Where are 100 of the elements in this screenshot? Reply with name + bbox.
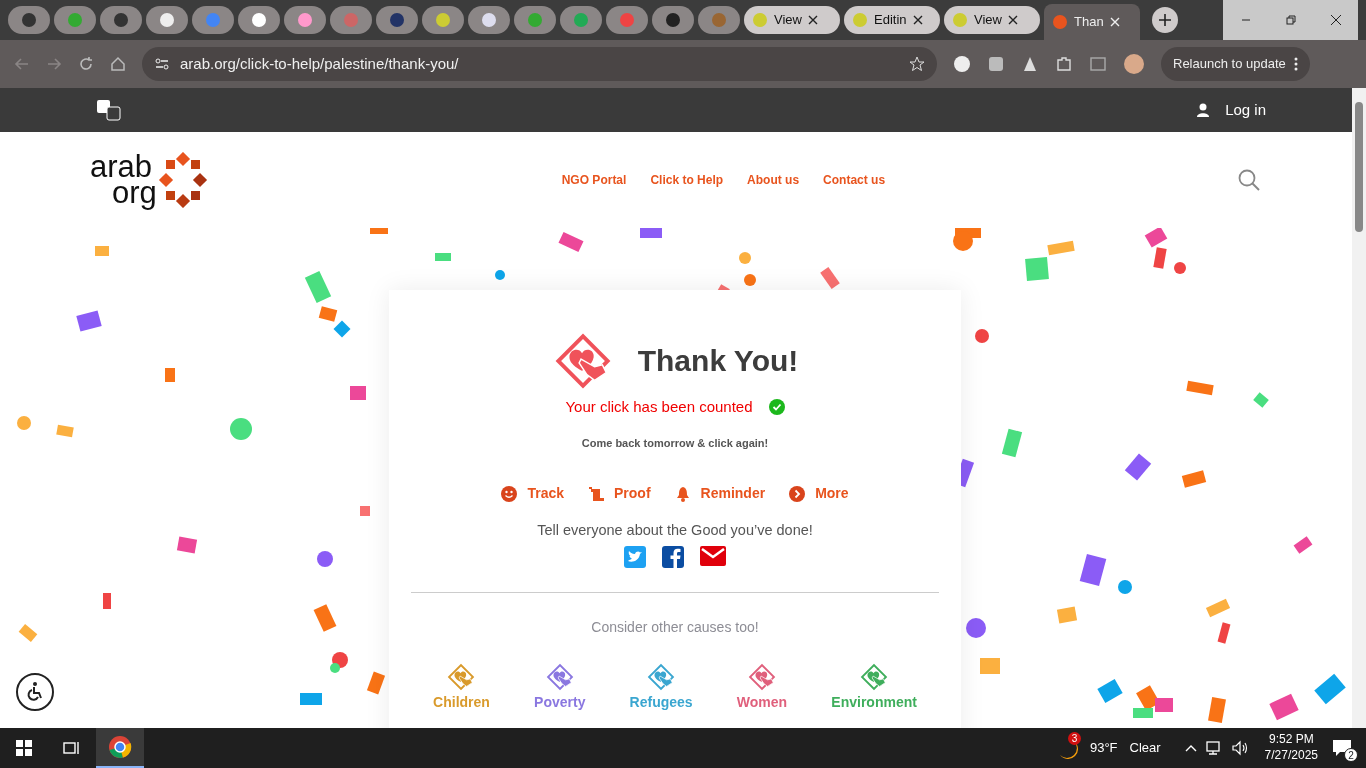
confetti-piece bbox=[1208, 696, 1226, 724]
confetti-piece bbox=[95, 246, 109, 256]
scrollbar[interactable] bbox=[1352, 88, 1366, 728]
confetti-piece bbox=[980, 658, 1000, 674]
restore-icon[interactable] bbox=[1284, 14, 1297, 26]
reload-icon[interactable] bbox=[78, 56, 94, 72]
network-icon[interactable] bbox=[1204, 740, 1223, 756]
cause-link[interactable]: Environment bbox=[831, 691, 917, 713]
twitter-icon[interactable] bbox=[624, 545, 646, 568]
browser-tab[interactable]: View bbox=[944, 6, 1040, 34]
action-link[interactable]: Proof bbox=[588, 483, 651, 504]
site-info-icon bbox=[154, 56, 170, 72]
confetti-piece bbox=[103, 593, 111, 609]
temperature-text: 93°F bbox=[1089, 739, 1118, 758]
notification-center[interactable]: 2 bbox=[1318, 728, 1366, 768]
favicon-icon bbox=[205, 12, 221, 28]
login-link[interactable]: Log in bbox=[1197, 98, 1266, 122]
address-bar[interactable]: arab.org/click-to-help/palestine/thank-you/ bbox=[142, 47, 937, 81]
favicon-icon bbox=[21, 12, 37, 28]
check-icon bbox=[768, 399, 785, 416]
cause-link[interactable]: Children bbox=[433, 691, 490, 713]
weather-widget[interactable]: 93°F Clear 3 bbox=[1051, 729, 1161, 767]
translate-icon[interactable] bbox=[96, 99, 122, 121]
home-icon[interactable] bbox=[110, 56, 126, 72]
confetti-piece bbox=[230, 418, 252, 440]
cause-link[interactable]: Poverty bbox=[534, 691, 586, 713]
confetti-piece bbox=[495, 270, 505, 280]
favicon-icon bbox=[159, 12, 175, 28]
clock[interactable]: 9:52 PM 7/27/2025 bbox=[1264, 732, 1318, 764]
favicon-icon bbox=[481, 12, 497, 28]
close-icon[interactable] bbox=[1329, 14, 1342, 26]
avatar-icon[interactable] bbox=[1123, 53, 1145, 75]
action-link[interactable]: Reminder bbox=[674, 483, 766, 504]
nav-link[interactable]: About us bbox=[747, 171, 800, 189]
browser-tab[interactable] bbox=[468, 6, 510, 34]
task-view-icon[interactable] bbox=[63, 740, 81, 756]
confetti-piece bbox=[1174, 262, 1186, 274]
action-link[interactable]: Track bbox=[501, 483, 564, 504]
extension-icon[interactable] bbox=[987, 55, 1005, 73]
more-icon bbox=[1293, 57, 1298, 71]
volume-icon[interactable] bbox=[1230, 740, 1249, 756]
confetti-piece bbox=[739, 252, 751, 264]
notification-count: 2 bbox=[1344, 748, 1358, 762]
logo-text: arab bbox=[90, 153, 154, 180]
browser-tab[interactable] bbox=[238, 6, 280, 34]
time-text: 9:52 PM bbox=[1268, 732, 1314, 748]
mail-icon[interactable] bbox=[700, 545, 726, 566]
confetti-piece bbox=[1056, 606, 1078, 624]
nav-link[interactable]: Click to Help bbox=[650, 171, 724, 189]
browser-tab[interactable] bbox=[652, 6, 694, 34]
extension-icon[interactable] bbox=[1021, 55, 1039, 73]
favicon-icon bbox=[711, 12, 727, 28]
browser-tab[interactable]: Than bbox=[1044, 4, 1140, 40]
logo-mark-icon bbox=[156, 152, 209, 208]
confetti-piece bbox=[744, 274, 756, 286]
smiley-icon bbox=[501, 485, 518, 502]
favicon-icon bbox=[852, 12, 868, 28]
browser-tab[interactable] bbox=[284, 6, 326, 34]
search-icon[interactable] bbox=[1238, 169, 1260, 191]
thank-you-heading: Thank You! bbox=[637, 343, 799, 379]
confetti-piece bbox=[350, 386, 366, 400]
favicon-icon bbox=[619, 12, 635, 28]
cause-link[interactable]: Refugees bbox=[629, 691, 693, 713]
favicon-icon bbox=[435, 12, 451, 28]
accessibility-button[interactable] bbox=[16, 673, 54, 711]
browser-tab[interactable]: View bbox=[744, 6, 840, 34]
message-icon bbox=[1332, 739, 1352, 757]
new-tab-button[interactable] bbox=[1152, 7, 1178, 33]
confetti-piece bbox=[966, 618, 986, 638]
favicon-icon bbox=[1052, 14, 1068, 30]
favicon-icon bbox=[573, 12, 589, 28]
confetti-piece bbox=[435, 253, 451, 261]
browser-tab[interactable]: Editin bbox=[844, 6, 940, 34]
facebook-icon[interactable] bbox=[662, 545, 684, 568]
url-text: arab.org/click-to-help/palestine/thank-you/ bbox=[180, 53, 460, 74]
status-text: Your click has been counted bbox=[565, 397, 753, 417]
confetti-piece bbox=[176, 536, 198, 554]
windows-icon[interactable] bbox=[16, 740, 32, 756]
extension-icon[interactable] bbox=[953, 55, 971, 73]
close-icon bbox=[912, 15, 923, 25]
favicon-icon bbox=[343, 12, 359, 28]
browser-tab[interactable] bbox=[146, 6, 188, 34]
puzzle-icon[interactable] bbox=[1055, 55, 1073, 73]
favicon-icon bbox=[297, 12, 313, 28]
favicon-icon bbox=[952, 12, 968, 28]
chevron-up-icon[interactable] bbox=[1184, 744, 1197, 752]
action-link[interactable]: More bbox=[789, 483, 849, 504]
logo[interactable]: arab org bbox=[90, 152, 209, 208]
nav-link[interactable]: NGO Portal bbox=[561, 171, 627, 189]
close-icon bbox=[1007, 15, 1018, 25]
date-text: 7/27/2025 bbox=[1264, 748, 1318, 764]
cause-link[interactable]: Women bbox=[736, 691, 788, 713]
star-icon[interactable] bbox=[909, 56, 925, 72]
confetti-piece bbox=[165, 368, 175, 382]
relaunch-button[interactable]: Relaunch to update bbox=[1161, 47, 1310, 81]
nav-link[interactable]: Contact us bbox=[823, 171, 886, 189]
chrome-icon[interactable] bbox=[108, 735, 132, 759]
browser-tab[interactable] bbox=[422, 6, 464, 34]
confetti-piece bbox=[317, 551, 333, 567]
weather-text: Clear bbox=[1129, 739, 1161, 758]
